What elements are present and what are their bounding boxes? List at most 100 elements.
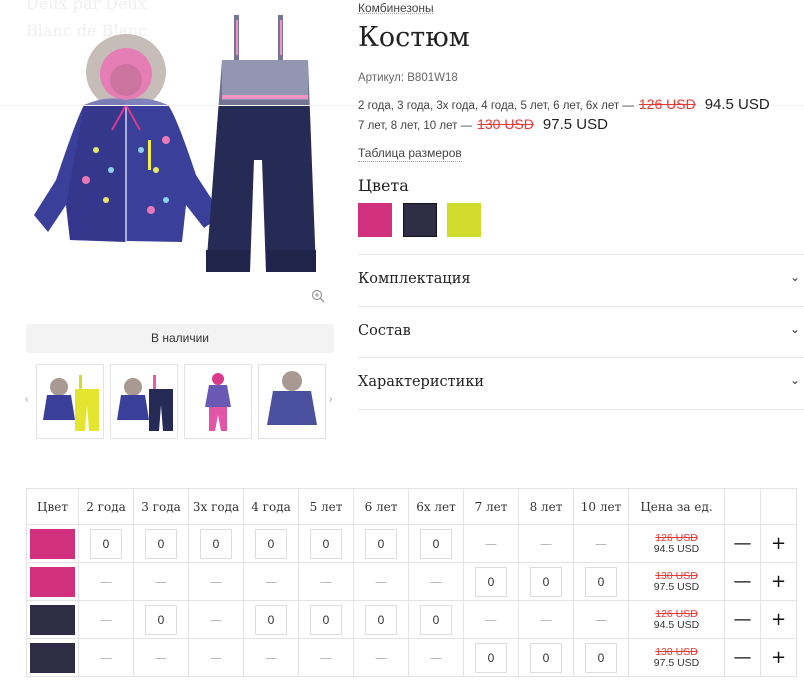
unavailable-dash: — xyxy=(265,574,277,589)
new-price: 97.5 USD xyxy=(653,580,700,593)
unavailable-dash: — xyxy=(100,650,112,665)
size-cell: 0 xyxy=(463,562,519,601)
increment-button[interactable]: + xyxy=(760,562,797,601)
zoom-icon[interactable] xyxy=(311,289,325,303)
quantity-input[interactable]: 0 xyxy=(255,604,287,635)
size-cell: 0 xyxy=(573,638,629,677)
thumbnail-yellow-set[interactable] xyxy=(36,364,104,439)
unavailable-dash: — xyxy=(320,650,332,665)
table-row: — — — — — — —0 0 0 130 USD 97.5 USD — + xyxy=(26,638,797,677)
quantity-input[interactable]: 0 xyxy=(530,566,562,597)
chevron-down-icon: ⌄ xyxy=(789,373,800,387)
new-price: 94.5 USD xyxy=(653,542,700,555)
order-table: Цвет 2 года 3 года 3х года 4 года 5 лет 6 лет 6… xyxy=(26,488,797,677)
quantity-input[interactable]: 0 xyxy=(90,528,122,559)
increment-button[interactable]: + xyxy=(760,524,797,563)
size-cell: 0 xyxy=(133,600,189,639)
unavailable-dash: — xyxy=(155,650,167,665)
table-header-cell: 2 года xyxy=(78,488,134,525)
quantity-input[interactable]: 0 xyxy=(585,642,617,673)
quantity-input[interactable]: 0 xyxy=(420,528,452,559)
decrement-button[interactable]: — xyxy=(724,524,761,563)
row-color-cell xyxy=(26,562,79,601)
unavailable-dash: — xyxy=(595,536,607,551)
row-color-cell xyxy=(26,524,79,563)
unavailable-dash: — xyxy=(540,612,552,627)
increment-button[interactable]: + xyxy=(760,600,797,639)
thumbnail-pink-set[interactable] xyxy=(184,364,252,439)
row-color-swatch xyxy=(30,528,75,559)
size-cell: — xyxy=(408,638,464,677)
color-swatch-pink[interactable] xyxy=(358,203,392,237)
unavailable-dash: — xyxy=(155,574,167,589)
unavailable-dash: — xyxy=(210,574,222,589)
unavailable-dash: — xyxy=(540,536,552,551)
row-color-swatch xyxy=(30,642,75,673)
size-cell: 0 xyxy=(518,638,574,677)
size-cell: 0 xyxy=(243,600,299,639)
unit-price-cell: 130 USD 97.5 USD xyxy=(628,638,725,677)
table-header-cell: 8 лет xyxy=(518,488,574,525)
thumbnail-navy-set[interactable] xyxy=(110,364,178,439)
unavailable-dash: — xyxy=(210,650,222,665)
accordion-divider xyxy=(358,409,804,410)
size-cell: — xyxy=(188,600,244,639)
pants-illustration xyxy=(206,15,316,272)
quantity-input[interactable]: 0 xyxy=(420,604,452,635)
quantity-input[interactable]: 0 xyxy=(585,566,617,597)
size-table-link[interactable]: Таблица размеров xyxy=(358,146,462,162)
size-cell: — xyxy=(463,600,519,639)
thumbnail-image-pink xyxy=(205,373,231,431)
table-row: 0 0 0 0 0 0 0— — —126 USD 94.5 USD — + xyxy=(26,524,797,563)
thumbnail-jacket[interactable] xyxy=(258,364,326,439)
quantity-input[interactable]: 0 xyxy=(310,528,342,559)
size-cell: — xyxy=(188,638,244,677)
table-header-row: Цвет 2 года 3 года 3х года 4 года 5 лет 6 лет 6… xyxy=(26,488,797,525)
accordion-package[interactable]: Комплектация ⌄ xyxy=(358,254,804,306)
decrement-button[interactable]: — xyxy=(724,562,761,601)
row-color-swatch xyxy=(30,604,75,635)
thumbnail-image-navy xyxy=(117,375,173,431)
page-title: Костюм xyxy=(358,22,470,53)
quantity-input[interactable]: 0 xyxy=(475,642,507,673)
quantity-input[interactable]: 0 xyxy=(310,604,342,635)
quantity-input[interactable]: 0 xyxy=(145,604,177,635)
price-line: 7 лет, 8 лет, 10 лет — 130 USD 97.5 USD xyxy=(358,116,608,133)
size-cell: — xyxy=(408,562,464,601)
carousel-next-arrow-icon[interactable]: › xyxy=(329,394,332,405)
unavailable-dash: — xyxy=(265,650,277,665)
table-row: — — — — — — —0 0 0 130 USD 97.5 USD — + xyxy=(26,562,797,601)
unavailable-dash: — xyxy=(100,612,112,627)
size-cell: 0 xyxy=(298,524,354,563)
increment-button[interactable]: + xyxy=(760,638,797,677)
product-main-image[interactable] xyxy=(26,10,336,310)
color-swatch-yellow[interactable] xyxy=(447,203,481,237)
size-cell: — xyxy=(573,600,629,639)
quantity-input[interactable]: 0 xyxy=(530,642,562,673)
quantity-input[interactable]: 0 xyxy=(145,528,177,559)
decrement-button[interactable]: — xyxy=(724,600,761,639)
quantity-input[interactable]: 0 xyxy=(365,604,397,635)
carousel-prev-arrow-icon[interactable]: ‹ xyxy=(25,394,28,405)
thumbnail-image-yellow xyxy=(43,375,99,431)
table-header-cell: 4 года xyxy=(243,488,299,525)
thumbnail-carousel: ‹ › xyxy=(22,364,340,440)
chevron-down-icon: ⌄ xyxy=(789,270,800,284)
unavailable-dash: — xyxy=(430,574,442,589)
price-line: 2 года, 3 года, 3х года, 4 года, 5 лет, … xyxy=(358,96,770,113)
accordion-characteristics[interactable]: Характеристики ⌄ xyxy=(358,357,804,409)
decrement-button[interactable]: — xyxy=(724,638,761,677)
quantity-input[interactable]: 0 xyxy=(365,528,397,559)
table-header-cell: 3 года xyxy=(133,488,189,525)
breadcrumb-category-link[interactable]: Комбинезоны xyxy=(358,1,434,15)
color-swatch-navy[interactable] xyxy=(403,203,437,237)
quantity-input[interactable]: 0 xyxy=(475,566,507,597)
accordion-label: Характеристики xyxy=(358,374,485,390)
old-price: 130 USD xyxy=(655,569,698,582)
size-cell: — xyxy=(78,600,134,639)
quantity-input[interactable]: 0 xyxy=(200,528,232,559)
quantity-input[interactable]: 0 xyxy=(255,528,287,559)
old-price: 130 USD xyxy=(477,116,534,132)
table-header-cell: 6х лет xyxy=(408,488,464,525)
accordion-composition[interactable]: Состав ⌄ xyxy=(358,306,804,358)
